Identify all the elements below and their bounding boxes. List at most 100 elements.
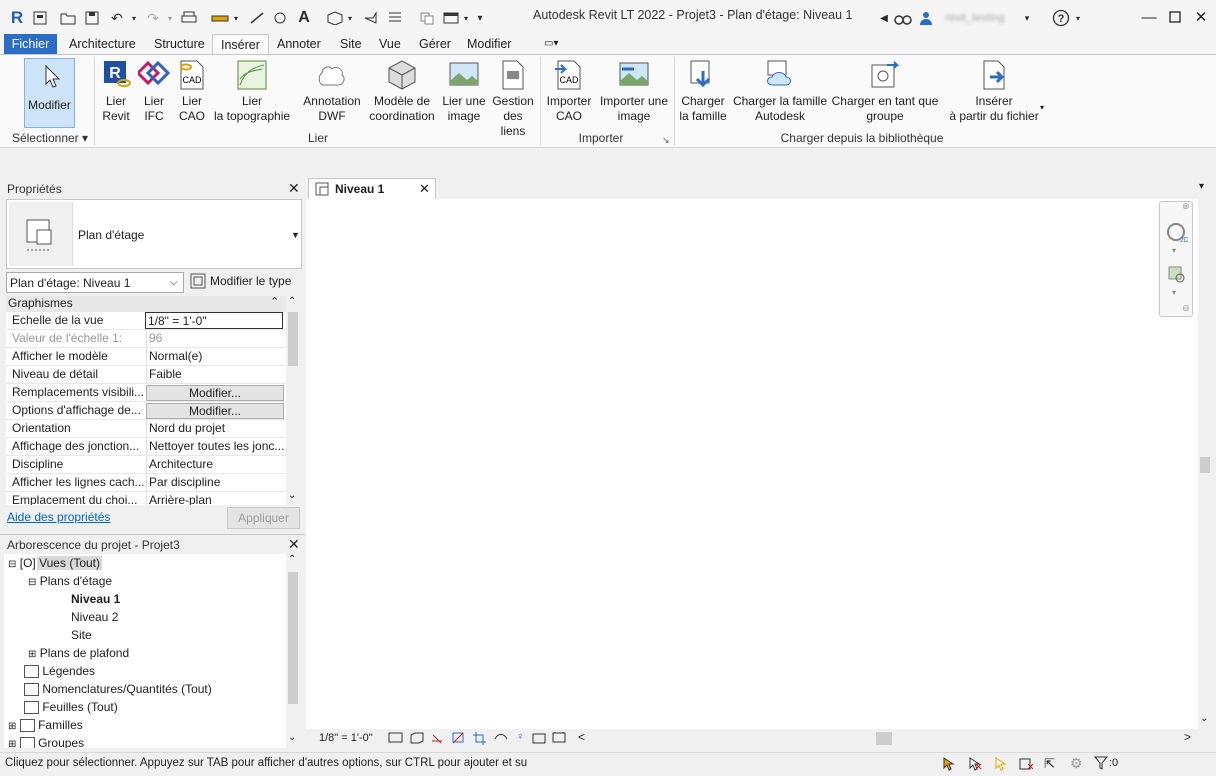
sun-path-icon[interactable] [430, 731, 446, 748]
scroll-down-icon[interactable]: ⌄ [288, 732, 296, 743]
select-pinned-icon[interactable] [992, 756, 1008, 775]
type-selector[interactable]: Plan d'étage ▼ [6, 199, 302, 269]
scroll-up-icon[interactable]: ⌃ [288, 554, 296, 565]
select-underlay-icon[interactable] [966, 756, 982, 775]
close-window-icon[interactable]: ✕ [1190, 6, 1212, 28]
scroll-up-icon[interactable]: ⌃ [288, 296, 296, 307]
measure-dropdown-icon[interactable]: ▾ [232, 9, 240, 27]
prop-value[interactable]: Par discipline [146, 474, 284, 491]
text-icon[interactable]: A [296, 9, 312, 27]
prop-value[interactable]: Architecture [146, 456, 284, 473]
prop-row[interactable]: Echelle de la vue 1/8" = 1'-0" [6, 312, 286, 330]
worksharing-display-icon[interactable] [552, 731, 568, 748]
tree-node-site[interactable]: Site [71, 626, 92, 644]
minimize-icon[interactable]: — [1138, 6, 1160, 28]
wheel-dropdown-icon[interactable]: ▾ [1172, 246, 1176, 255]
aligned-dimension-icon[interactable] [248, 9, 266, 27]
undo-dropdown-icon[interactable]: ▾ [130, 9, 138, 27]
home-icon[interactable] [32, 9, 48, 27]
save-icon[interactable] [84, 9, 100, 27]
help-icon[interactable]: ? [1052, 9, 1070, 27]
link-revit-button[interactable]: R Lier Revit [98, 59, 134, 124]
navbar-options-icon[interactable]: ⊖ [1182, 303, 1190, 314]
expand-toggle-icon[interactable]: ⊞ [8, 739, 16, 748]
tree-node-groups[interactable]: ⊞ Groupes [8, 734, 84, 748]
collapse-toggle-icon[interactable]: ⊟ [28, 577, 36, 588]
drag-elements-icon[interactable]: ⇱ [1044, 756, 1055, 772]
close-tab-icon[interactable]: ✕ [419, 181, 430, 197]
3d-view-icon[interactable] [326, 9, 344, 27]
coordination-model-button[interactable]: Modèle de coordination [366, 59, 438, 124]
ribbon-display-toggle-icon[interactable]: ▭▾ [536, 34, 566, 54]
temporary-hide-icon[interactable]: ♀ [516, 731, 524, 743]
close-properties-icon[interactable]: ✕ [288, 180, 300, 197]
crop-view-icon[interactable] [472, 731, 488, 748]
prop-value[interactable]: Normal(e) [146, 348, 284, 365]
prop-row[interactable]: Orientation Nord du projet [6, 420, 286, 438]
undo-icon[interactable]: ↶ [108, 9, 126, 27]
display-options-edit-button[interactable]: Modifier... [146, 403, 284, 419]
close-navbar-icon[interactable]: ⊗ [1182, 201, 1190, 212]
user-dropdown-icon[interactable]: ▾ [1022, 9, 1032, 27]
prop-row[interactable]: Affichage des jonction... Nettoyer toutes… [6, 438, 286, 456]
load-as-group-button[interactable]: Charger en tant que groupe [830, 59, 940, 124]
expand-toggle-icon[interactable]: ⊞ [28, 649, 36, 660]
manage-links-button[interactable]: Gestion des liens [490, 59, 536, 139]
prop-row[interactable]: Emplacement du choi... Arrière-plan [6, 492, 286, 505]
drawing-canvas[interactable]: ⊗ 2D ▾ ▾ ⊖ [306, 199, 1198, 729]
import-cad-button[interactable]: CAD Importer CAO [542, 59, 596, 124]
prop-row[interactable]: Remplacements visibili... Modifier... [6, 384, 286, 402]
tree-node-families[interactable]: ⊞ Familles [8, 716, 83, 736]
link-topography-button[interactable]: Lier la topographie [212, 59, 292, 124]
view-tab-niveau-1[interactable]: Niveau 1 ✕ [308, 178, 436, 199]
prop-value[interactable]: Nord du projet [146, 420, 284, 437]
browser-scrollbar[interactable]: ⌃ ⌄ [286, 554, 300, 748]
tab-gerer[interactable]: Gérer [411, 34, 459, 54]
scroll-down-icon[interactable]: ⌄ [288, 490, 296, 501]
scroll-thumb[interactable] [288, 572, 298, 704]
scroll-thumb[interactable] [1200, 457, 1210, 473]
3d-dropdown-icon[interactable]: ▾ [346, 9, 354, 27]
prop-value[interactable]: Nettoyer toutes les jonc... [146, 438, 284, 455]
tab-vue[interactable]: Vue [371, 34, 409, 54]
prop-row[interactable]: Afficher les lignes cach... Par disciplin… [6, 474, 286, 492]
customize-qat-icon[interactable]: ▾ [474, 9, 486, 27]
filter-icon[interactable] [1093, 756, 1109, 773]
view-scale-input[interactable]: 1/8" = 1'-0" [145, 312, 283, 329]
binoculars-icon[interactable] [894, 9, 912, 27]
tree-node-views[interactable]: ⊟ [O] Vues (Tout) [8, 554, 102, 574]
modify-button[interactable]: Modifier [24, 58, 75, 128]
user-icon[interactable] [918, 9, 934, 27]
view-scale-control[interactable]: 1/8" = 1'-0" [319, 732, 373, 744]
expand-toggle-icon[interactable]: ⊞ [8, 721, 16, 732]
select-links-icon[interactable] [940, 756, 956, 775]
prop-value[interactable]: Faible [146, 366, 284, 383]
search-collapse-icon[interactable]: ◀ [878, 9, 890, 27]
print-icon[interactable] [180, 9, 198, 27]
section-icon[interactable] [362, 9, 380, 27]
tab-modifier[interactable]: Modifier [459, 34, 519, 54]
tree-node-niveau-2[interactable]: Niveau 2 [71, 608, 118, 626]
measure-icon[interactable] [210, 9, 230, 27]
tab-architecture[interactable]: Architecture [61, 34, 144, 54]
load-family-button[interactable]: Charger la famille [676, 59, 730, 124]
load-autodesk-family-button[interactable]: Charger la famille Autodesk [730, 59, 830, 124]
shadows-icon[interactable] [451, 731, 467, 748]
windows-dropdown-icon[interactable]: ▾ [462, 9, 470, 27]
select-by-face-icon[interactable] [1018, 756, 1034, 775]
link-cad-button[interactable]: CAD Lier CAO [174, 59, 210, 124]
thin-lines-icon[interactable] [386, 9, 404, 27]
prop-row[interactable]: Afficher le modèle Normal(e) [6, 348, 286, 366]
tab-inserer[interactable]: Insérer [212, 34, 269, 54]
tree-node-niveau-1[interactable]: Niveau 1 [71, 590, 120, 608]
scroll-thumb[interactable] [288, 312, 298, 366]
tree-node-plans[interactable]: ⊟ Plans d'étage [28, 572, 112, 592]
select-group-label[interactable]: Sélectionner ▾ [10, 131, 90, 145]
import-image-button[interactable]: Importer une image [596, 59, 672, 124]
tree-node-sheets[interactable]: Feuilles (Tout) [24, 698, 118, 716]
visual-style-icon[interactable] [409, 731, 425, 748]
insert-from-file-button[interactable]: Insérer à partir du fichier [946, 59, 1042, 124]
user-name[interactable]: revit_testing [940, 9, 1010, 27]
reveal-hidden-icon[interactable] [532, 731, 548, 748]
scroll-right-icon[interactable]: > [1184, 730, 1191, 744]
